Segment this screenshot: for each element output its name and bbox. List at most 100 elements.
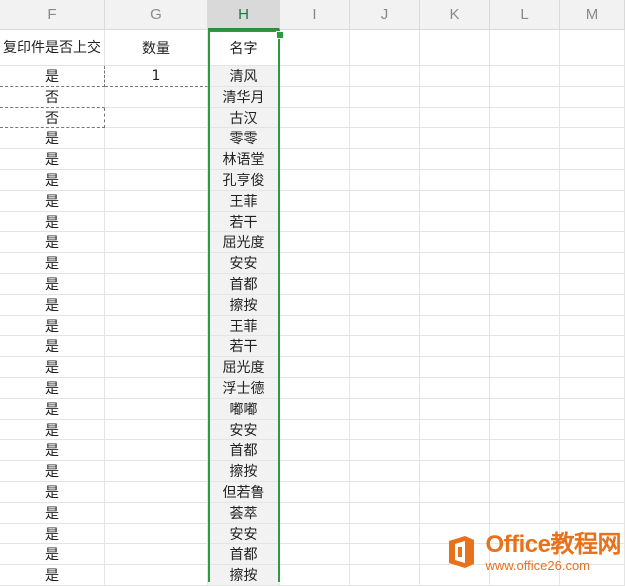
cell-f[interactable]: 是: [0, 482, 105, 503]
empty-cell[interactable]: [560, 482, 625, 503]
empty-cell[interactable]: [350, 191, 420, 212]
fill-handle[interactable]: [276, 31, 284, 39]
empty-cell[interactable]: [560, 420, 625, 440]
empty-cell[interactable]: [350, 461, 420, 482]
empty-cell[interactable]: [490, 399, 560, 420]
cell-g[interactable]: [105, 565, 208, 586]
empty-cell[interactable]: [350, 253, 420, 274]
empty-cell[interactable]: [280, 357, 350, 378]
empty-cell[interactable]: [490, 274, 560, 295]
empty-cell-m-1[interactable]: [560, 30, 625, 66]
empty-cell[interactable]: [350, 482, 420, 503]
empty-cell[interactable]: [560, 108, 625, 128]
cell-h[interactable]: 安安: [208, 253, 280, 274]
empty-cell[interactable]: [280, 461, 350, 482]
cell-h[interactable]: 清风: [208, 66, 280, 87]
empty-cell[interactable]: [490, 461, 560, 482]
empty-cell[interactable]: [490, 336, 560, 357]
empty-cell[interactable]: [420, 316, 490, 336]
empty-cell[interactable]: [280, 108, 350, 128]
empty-cell[interactable]: [490, 253, 560, 274]
cell-f[interactable]: 是: [0, 544, 105, 565]
cell-h[interactable]: 若干: [208, 212, 280, 232]
cell-h[interactable]: 擦按: [208, 461, 280, 482]
cell-h[interactable]: 王菲: [208, 316, 280, 336]
cell-g[interactable]: 1: [105, 66, 208, 87]
empty-cell[interactable]: [490, 149, 560, 170]
empty-cell[interactable]: [280, 149, 350, 170]
cell-g[interactable]: [105, 336, 208, 357]
cell-h[interactable]: 清华月: [208, 87, 280, 108]
empty-cell[interactable]: [420, 503, 490, 524]
empty-cell[interactable]: [420, 274, 490, 295]
cell-h[interactable]: 浮士德: [208, 378, 280, 399]
empty-cell[interactable]: [420, 440, 490, 461]
cell-f[interactable]: 否: [0, 87, 105, 108]
empty-cell[interactable]: [280, 87, 350, 108]
cell-h[interactable]: 古汉: [208, 108, 280, 128]
header-cell-g[interactable]: 数量: [105, 30, 208, 66]
cell-g[interactable]: [105, 316, 208, 336]
empty-cell[interactable]: [490, 440, 560, 461]
empty-cell[interactable]: [560, 149, 625, 170]
empty-cell[interactable]: [490, 108, 560, 128]
cell-g[interactable]: [105, 524, 208, 544]
column-header-i[interactable]: I: [280, 0, 350, 30]
empty-cell[interactable]: [350, 66, 420, 87]
column-header-l[interactable]: L: [490, 0, 560, 30]
cell-f[interactable]: 是: [0, 212, 105, 232]
empty-cell[interactable]: [350, 503, 420, 524]
cell-h[interactable]: 王菲: [208, 191, 280, 212]
cell-f[interactable]: 是: [0, 170, 105, 191]
cell-g[interactable]: [105, 274, 208, 295]
empty-cell[interactable]: [490, 420, 560, 440]
empty-cell-i-1[interactable]: [280, 30, 350, 66]
empty-cell-l-1[interactable]: [490, 30, 560, 66]
empty-cell[interactable]: [350, 170, 420, 191]
empty-cell[interactable]: [350, 149, 420, 170]
empty-cell[interactable]: [490, 503, 560, 524]
empty-cell[interactable]: [350, 357, 420, 378]
empty-cell[interactable]: [560, 503, 625, 524]
empty-cell[interactable]: [420, 378, 490, 399]
empty-cell-j-1[interactable]: [350, 30, 420, 66]
column-header-j[interactable]: J: [350, 0, 420, 30]
empty-cell[interactable]: [280, 565, 350, 586]
cell-h[interactable]: 安安: [208, 524, 280, 544]
empty-cell[interactable]: [350, 87, 420, 108]
cell-f[interactable]: 是: [0, 191, 105, 212]
cell-h[interactable]: 屈光度: [208, 232, 280, 253]
cell-h[interactable]: 若干: [208, 336, 280, 357]
empty-cell[interactable]: [420, 357, 490, 378]
empty-cell[interactable]: [420, 232, 490, 253]
cell-g[interactable]: [105, 503, 208, 524]
cell-f[interactable]: 是: [0, 336, 105, 357]
cell-f[interactable]: 是: [0, 399, 105, 420]
cell-g[interactable]: [105, 378, 208, 399]
empty-cell[interactable]: [490, 357, 560, 378]
empty-cell[interactable]: [560, 378, 625, 399]
empty-cell[interactable]: [350, 212, 420, 232]
empty-cell[interactable]: [490, 128, 560, 149]
cell-f[interactable]: 是: [0, 420, 105, 440]
empty-cell[interactable]: [490, 316, 560, 336]
cell-h[interactable]: 擦按: [208, 565, 280, 586]
cell-f[interactable]: 是: [0, 128, 105, 149]
empty-cell[interactable]: [560, 253, 625, 274]
column-header-f[interactable]: F: [0, 0, 105, 30]
empty-cell[interactable]: [280, 544, 350, 565]
cell-f[interactable]: 是: [0, 274, 105, 295]
empty-cell[interactable]: [490, 87, 560, 108]
cell-h[interactable]: 擦按: [208, 295, 280, 316]
empty-cell[interactable]: [490, 212, 560, 232]
empty-cell[interactable]: [560, 66, 625, 87]
empty-cell[interactable]: [350, 420, 420, 440]
empty-cell[interactable]: [280, 336, 350, 357]
cell-g[interactable]: [105, 170, 208, 191]
empty-cell[interactable]: [490, 232, 560, 253]
cell-g[interactable]: [105, 399, 208, 420]
empty-cell[interactable]: [280, 232, 350, 253]
empty-cell[interactable]: [560, 212, 625, 232]
cell-h[interactable]: 首都: [208, 274, 280, 295]
cell-f[interactable]: 是: [0, 357, 105, 378]
